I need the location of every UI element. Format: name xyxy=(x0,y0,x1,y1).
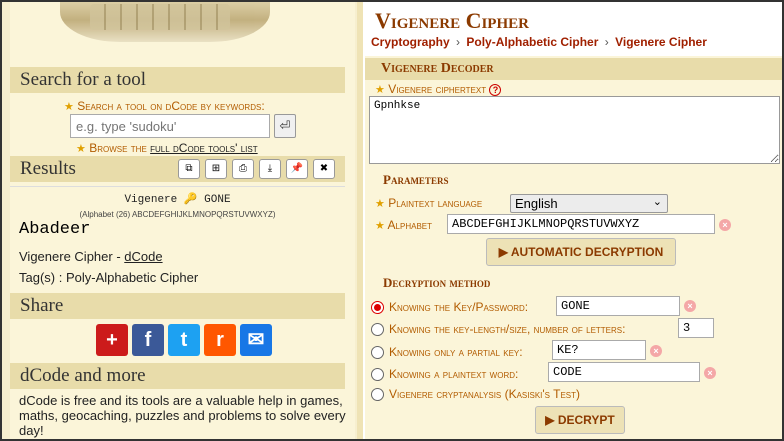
ciphertext-label: ★ Vigenere ciphertext ? xyxy=(375,82,502,96)
clear-key-icon[interactable]: × xyxy=(684,300,696,312)
radio-plaintext-word[interactable] xyxy=(371,368,384,381)
search-input[interactable] xyxy=(70,114,270,138)
automatic-decryption-button[interactable]: ▶ AUTOMATIC DECRYPTION xyxy=(486,238,676,266)
parameters-title: Parameters xyxy=(383,172,449,187)
result-credit: Vigenere Cipher - dCode xyxy=(19,249,163,264)
reddit-icon[interactable]: r xyxy=(204,324,236,356)
result-alphabet-note: (Alphabet (26) ABCDEFGHIJKLMNOPQRSTUVWXY… xyxy=(79,210,276,219)
add-share-icon[interactable]: + xyxy=(96,324,128,356)
help-icon[interactable]: ? xyxy=(489,83,502,96)
method-key-length-label: Knowing the key-length/size, number of l… xyxy=(389,322,626,336)
clear-partial-key-icon[interactable]: × xyxy=(650,345,662,357)
decoder-title: Vigenere Decoder xyxy=(365,58,782,80)
decryption-method-title: Decryption method xyxy=(383,275,491,290)
method-plaintext-word-label: Knowing a plaintext word: xyxy=(389,367,519,381)
clear-plaintext-word-icon[interactable]: × xyxy=(704,367,716,379)
email-icon[interactable]: ✉ xyxy=(240,324,272,356)
share-buttons: + f t r ✉ xyxy=(96,324,272,356)
radio-kasiski[interactable] xyxy=(371,388,384,401)
key-password-input[interactable]: GONE xyxy=(556,296,680,316)
chevron-down-icon: ⌄ xyxy=(652,196,662,208)
alphabet-input[interactable]: ABCDEFGHIJKLMNOPQRSTUVWXYZ xyxy=(447,214,715,234)
method-partial-key-label: Knowing only a partial key: xyxy=(389,345,523,359)
method-kasiski-label: Vigenere cryptanalysis (Kasiski's Test) xyxy=(389,387,581,401)
more-section-title: dCode and more xyxy=(10,363,345,389)
print-icon[interactable]: ⎙ xyxy=(232,159,254,179)
search-go-button[interactable]: ⏎ xyxy=(274,114,296,138)
results-toolbar: ⧉ ⊞ ⎙ ⤓ 📌 ✖ xyxy=(178,159,335,179)
browse-tools-link[interactable]: full dCode tools' list xyxy=(150,141,258,155)
plaintext-word-input[interactable]: CODE xyxy=(548,362,700,382)
pin-icon[interactable]: 📌 xyxy=(286,159,308,179)
partial-key-input[interactable]: KE? xyxy=(552,340,646,360)
clear-alphabet-icon[interactable]: × xyxy=(719,219,731,231)
more-description: dCode is free and its tools are a valuab… xyxy=(19,393,346,438)
breadcrumb: Cryptography › Poly-Alphabetic Cipher › … xyxy=(371,35,707,49)
search-label: ★ Search a tool on dCode by keywords: xyxy=(64,99,265,113)
result-box: Vigenere 🔑 GONE (Alphabet (26) ABCDEFGHI… xyxy=(10,186,345,222)
page-title: Vigenere Cipher xyxy=(375,8,529,33)
twitter-icon[interactable]: t xyxy=(168,324,200,356)
method-key-password-label: Knowing the Key/Password: xyxy=(389,300,529,314)
breadcrumb-item-vigenere[interactable]: Vigenere Cipher xyxy=(615,35,707,49)
search-section-title: Search for a tool xyxy=(10,67,345,93)
result-title: Vigenere 🔑 GONE xyxy=(124,194,231,206)
radio-key-length[interactable] xyxy=(371,323,384,336)
breadcrumb-item-cryptography[interactable]: Cryptography xyxy=(371,35,450,49)
breadcrumb-item-polyalphabetic[interactable]: Poly-Alphabetic Cipher xyxy=(466,35,598,49)
plaintext-language-label: ★ Plaintext language xyxy=(375,196,483,210)
download-icon[interactable]: ⤓ xyxy=(259,159,281,179)
copy-icon[interactable]: ⧉ xyxy=(178,159,200,179)
share-section-title: Share xyxy=(10,293,345,319)
browse-tools-line: ★ Browse the full dCode tools' list xyxy=(76,141,258,155)
close-icon[interactable]: ✖ xyxy=(313,159,335,179)
page-frame: Search for a tool ★ Search a tool on dCo… xyxy=(0,0,784,441)
decoder-panel: Vigenere Decoder ★ Vigenere ciphertext ?… xyxy=(365,56,782,439)
ciphertext-textarea[interactable]: Gpnhkse xyxy=(369,96,780,164)
key-length-input[interactable]: 3 xyxy=(678,318,714,338)
cryptex-banner-image xyxy=(60,2,270,42)
radio-partial-key[interactable] xyxy=(371,346,384,359)
radio-key-password[interactable] xyxy=(371,301,384,314)
dcode-link[interactable]: dCode xyxy=(124,249,162,264)
decrypt-button[interactable]: ▶ DECRYPT xyxy=(535,406,625,434)
facebook-icon[interactable]: f xyxy=(132,324,164,356)
main-content: Vigenere Cipher Cryptography › Poly-Alph… xyxy=(363,2,782,439)
alphabet-label: ★ Alphabet xyxy=(375,218,433,232)
plaintext-language-select[interactable]: English ⌄ xyxy=(510,194,668,213)
qr-icon[interactable]: ⊞ xyxy=(205,159,227,179)
result-output: Abadeer xyxy=(19,220,91,239)
result-tags: Tag(s) : Poly-Alphabetic Cipher xyxy=(19,270,199,285)
